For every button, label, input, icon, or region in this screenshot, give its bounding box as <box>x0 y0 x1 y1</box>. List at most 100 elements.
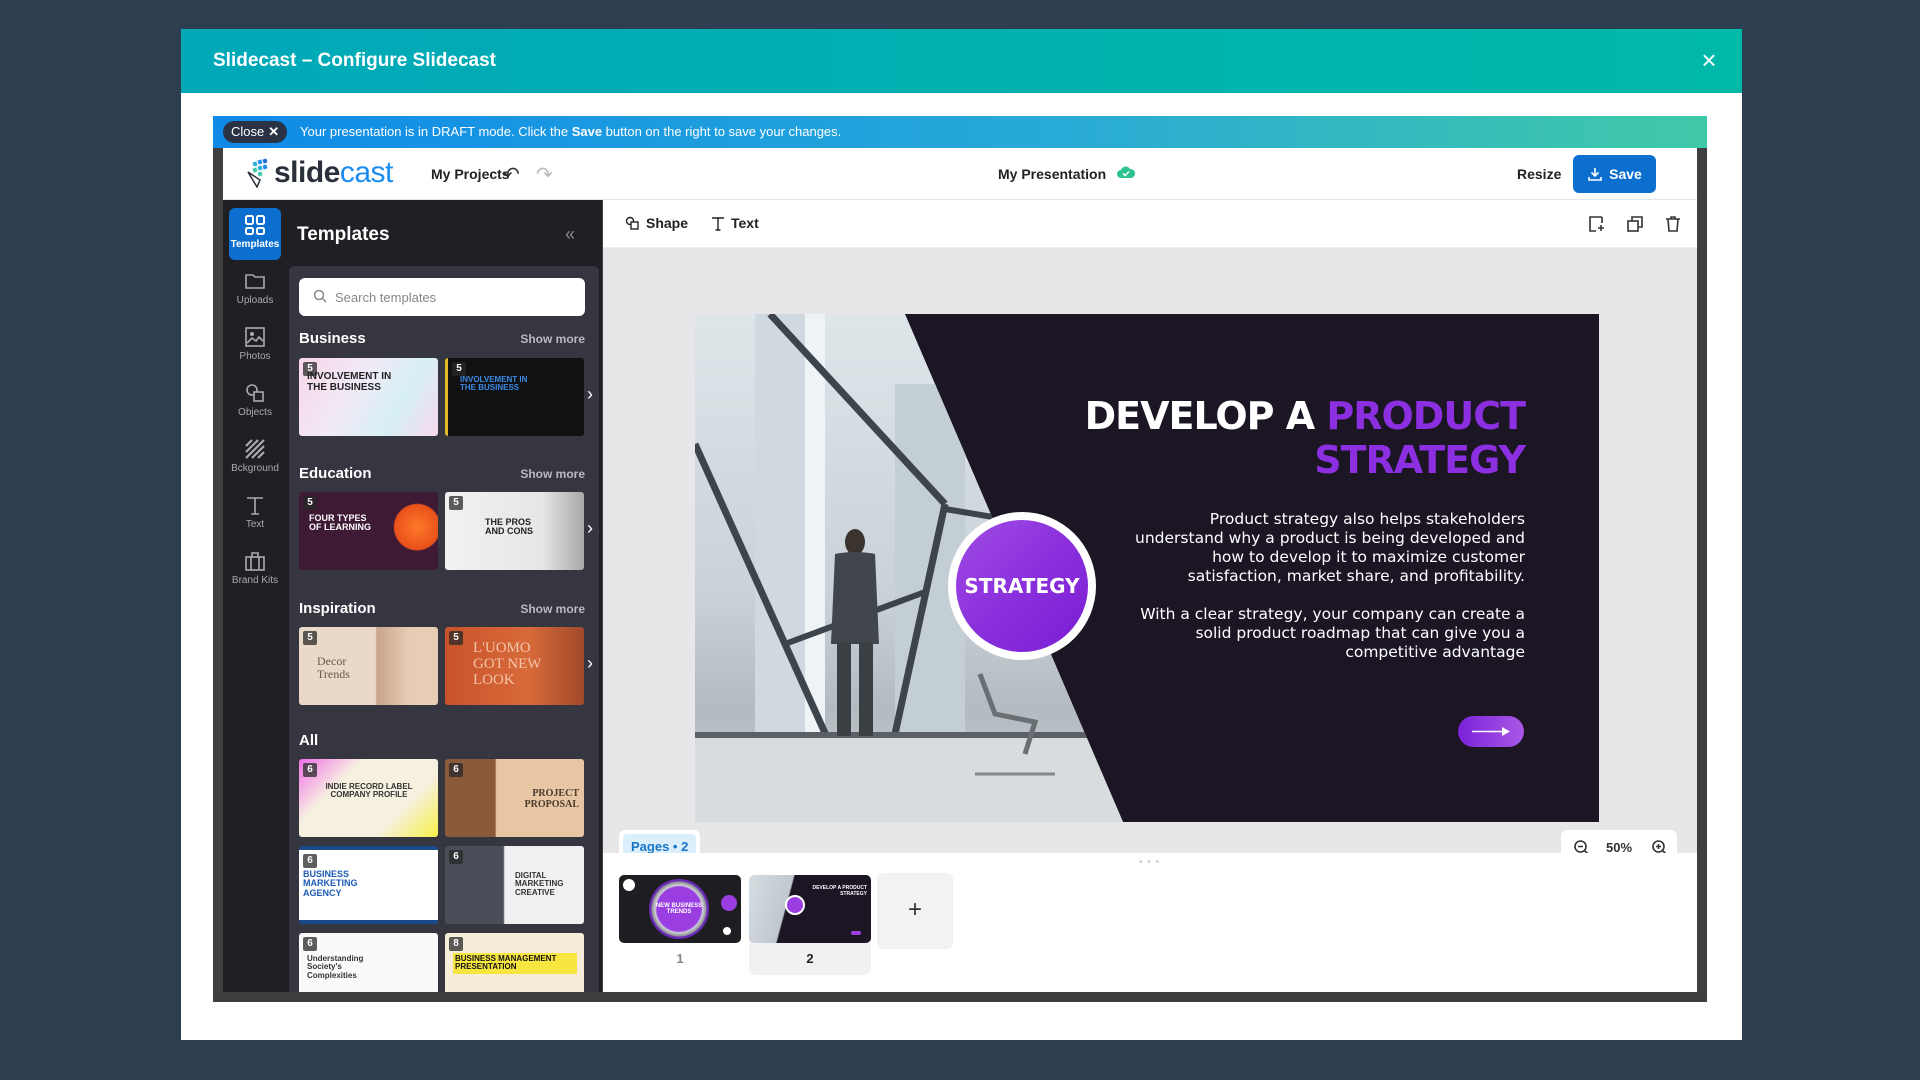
briefcase-icon <box>245 552 265 571</box>
draft-message-end: button on the right to save your changes… <box>602 124 842 139</box>
page-number: 2 <box>806 951 814 966</box>
page-filmstrip: • • • NEW BUSINESS TRENDS 1 DEVELOP A PR… <box>603 853 1697 992</box>
template-thumb[interactable]: 6 DIGITAL MARKETING CREATIVE <box>445 846 584 924</box>
editor-main: Shape Text DEVELOP A PRODUCT STRATEGY Pr… <box>603 200 1697 992</box>
rail-label: Text <box>245 519 265 530</box>
section-title-inspiration: Inspiration <box>299 600 376 617</box>
draft-message-start: Your presentation is in DRAFT mode. Clic… <box>300 124 572 139</box>
save-button[interactable]: Save <box>1573 155 1656 193</box>
template-thumb[interactable]: 5 FOUR TYPES OF LEARNING <box>299 492 438 570</box>
modal-title: Slidecast – Configure Slidecast <box>213 50 496 71</box>
logo-mark-icon <box>247 158 268 188</box>
banner-close-label: Close <box>231 124 265 139</box>
scroll-right-education[interactable]: › <box>581 518 599 539</box>
template-thumb[interactable]: 8 BUSINESS MANAGEMENT PRESENTATION <box>445 933 584 992</box>
template-thumb[interactable]: 5 L'UOMO GOT NEW LOOK <box>445 627 584 705</box>
logo-text: slidecast <box>274 156 393 189</box>
templates-panel: Templates « Business Show more 5 INVOLVE… <box>287 200 602 992</box>
arrow-button[interactable] <box>1458 716 1524 747</box>
undo-icon[interactable]: ↶ <box>503 162 520 187</box>
template-thumb[interactable]: 5 INVOLVEMENT IN THE BUSINESS <box>445 358 584 436</box>
tool-rail: Templates Uploads Photos Objects Bckgrou… <box>223 200 287 992</box>
search-input[interactable] <box>335 278 575 316</box>
page-thumb-image: NEW BUSINESS TRENDS <box>619 875 741 943</box>
draft-message-save: Save <box>571 124 603 139</box>
slide-canvas[interactable]: DEVELOP A PRODUCT STRATEGY Product strate… <box>695 314 1599 822</box>
slide-body-text[interactable]: Product strategy also helps stakeholders… <box>1125 510 1525 662</box>
template-thumb[interactable]: 6 INDIE RECORD LABEL COMPANY PROFILE <box>299 759 438 837</box>
slide-title[interactable]: DEVELOP A PRODUCT STRATEGY <box>1085 394 1526 482</box>
slidecast-logo[interactable]: slidecast <box>245 158 393 188</box>
close-x-icon: ✕ <box>268 124 280 139</box>
template-thumb[interactable]: 6 Understanding Society's Complexities <box>299 933 438 992</box>
hatch-icon <box>245 439 265 459</box>
template-thumb[interactable]: 6 BUSINESS MARKETING AGENCY <box>299 846 438 924</box>
rail-item-brand-kits[interactable]: Brand Kits <box>229 544 281 596</box>
strategy-badge-label: STRATEGY <box>956 520 1088 652</box>
rail-label: Templates <box>230 239 280 250</box>
text-icon <box>247 497 263 515</box>
download-icon <box>1588 168 1602 181</box>
slide-paragraph: Product strategy also helps stakeholders… <box>1135 510 1525 585</box>
configure-modal: Slidecast – Configure Slidecast × Close ✕… <box>181 29 1742 1040</box>
collapse-panel-icon[interactable]: « <box>565 224 575 245</box>
rail-item-templates[interactable]: Templates <box>229 208 281 260</box>
add-page-button[interactable]: + <box>877 873 953 949</box>
page-thumb-image: DEVELOP A PRODUCT STRATEGY <box>749 875 871 943</box>
page-thumbnail-1[interactable]: NEW BUSINESS TRENDS 1 <box>619 875 741 975</box>
close-icon[interactable]: × <box>1694 45 1724 75</box>
section-title-education: Education <box>299 465 372 482</box>
panel-title: Templates <box>297 224 390 245</box>
template-thumb[interactable]: 5 INVOLVEMENT IN THE BUSINESS <box>299 358 438 436</box>
template-thumb[interactable]: 5 THE PROS AND CONS <box>445 492 584 570</box>
redo-icon[interactable]: ↷ <box>536 162 553 187</box>
resize-handle[interactable]: • • • <box>1139 857 1160 868</box>
draft-message: Your presentation is in DRAFT mode. Clic… <box>300 124 841 139</box>
scroll-right-inspiration[interactable]: › <box>581 653 599 674</box>
rail-item-background[interactable]: Bckground <box>229 432 281 484</box>
my-projects-link[interactable]: My Projects <box>431 166 510 182</box>
template-thumb[interactable]: 5 Decor Trends <box>299 627 438 705</box>
rail-label: Uploads <box>236 295 274 306</box>
show-more-business[interactable]: Show more <box>520 332 585 346</box>
save-label: Save <box>1609 166 1642 182</box>
grid-icon <box>245 215 265 235</box>
shape-label: Shape <box>646 215 689 231</box>
editor-toolbar: Shape Text <box>603 200 1697 248</box>
show-more-inspiration[interactable]: Show more <box>520 602 585 616</box>
shapes-icon <box>246 384 264 402</box>
text-tool[interactable]: Text <box>711 215 759 231</box>
rail-label: Bckground <box>231 463 279 474</box>
add-page-icon[interactable] <box>1587 214 1607 234</box>
cloud-saved-icon <box>1117 166 1135 178</box>
trash-icon[interactable] <box>1663 214 1683 234</box>
text-label: Text <box>731 215 759 231</box>
arrow-right-icon <box>1472 727 1510 736</box>
show-more-education[interactable]: Show more <box>520 467 585 481</box>
page-thumbnail-2[interactable]: DEVELOP A PRODUCT STRATEGY 2 <box>749 875 871 975</box>
search-templates[interactable] <box>299 278 585 316</box>
rail-item-uploads[interactable]: Uploads <box>229 264 281 316</box>
canvas-area[interactable]: DEVELOP A PRODUCT STRATEGY Product strate… <box>603 248 1697 866</box>
banner-close-button[interactable]: Close ✕ <box>223 121 288 143</box>
rail-item-text[interactable]: Text <box>229 488 281 540</box>
rail-label: Objects <box>238 407 272 418</box>
strategy-badge[interactable]: STRATEGY <box>948 512 1096 660</box>
template-thumb[interactable]: 6 PROJECT PROPOSAL <box>445 759 584 837</box>
rail-item-objects[interactable]: Objects <box>229 376 281 428</box>
shape-tool[interactable]: Shape <box>625 215 688 231</box>
duplicate-icon[interactable] <box>1625 214 1645 234</box>
scroll-right-business[interactable]: › <box>581 384 599 405</box>
slide-paragraph: With a clear strategy, your company can … <box>1140 605 1525 661</box>
shape-icon <box>625 216 639 230</box>
rail-item-photos[interactable]: Photos <box>229 320 281 372</box>
rail-label: Photos <box>239 351 271 362</box>
presentation-title[interactable]: My Presentation <box>998 166 1106 182</box>
image-icon <box>245 327 265 347</box>
templates-list[interactable]: Business Show more 5 INVOLVEMENT IN THE … <box>289 266 599 992</box>
text-tool-icon <box>712 216 724 231</box>
section-title-business: Business <box>299 330 366 347</box>
section-title-all: All <box>299 732 319 749</box>
draft-banner: Close ✕ Your presentation is in DRAFT mod… <box>213 116 1707 148</box>
resize-button[interactable]: Resize <box>1517 166 1561 182</box>
